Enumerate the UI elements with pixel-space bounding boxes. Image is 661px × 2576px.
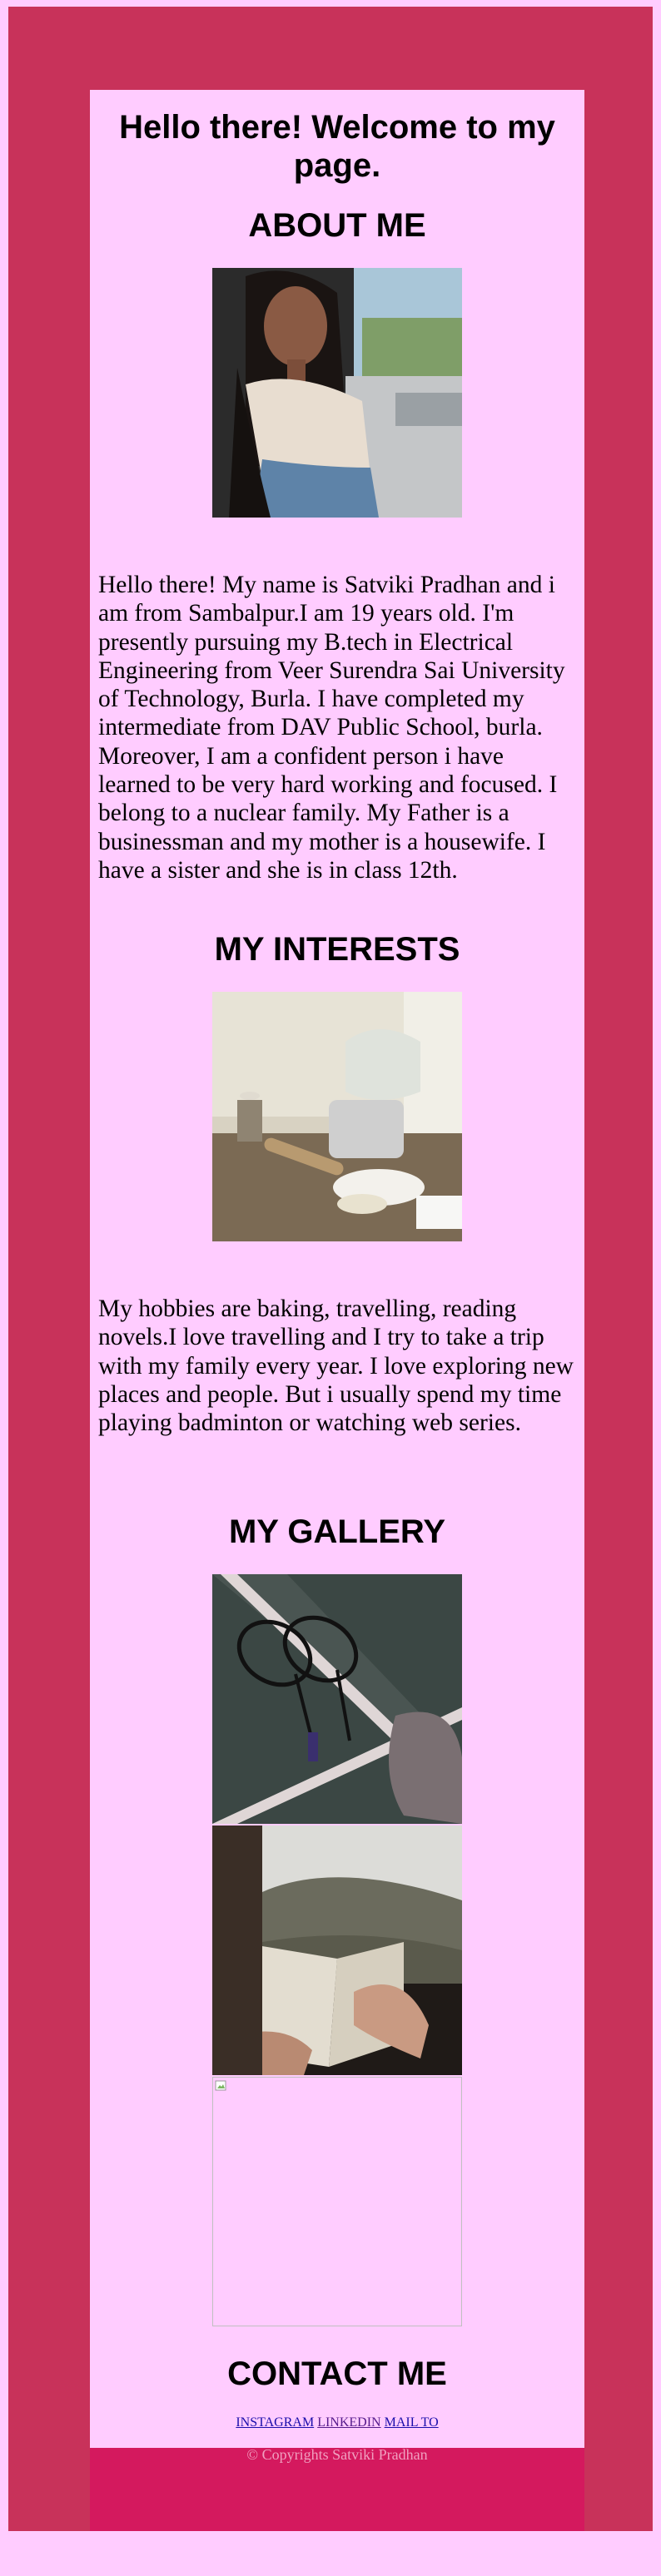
linkedin-link[interactable]: LINKEDIN <box>317 2415 380 2430</box>
baking-photo <box>212 992 462 1241</box>
gallery-badminton-photo <box>212 1574 462 1824</box>
mail-link[interactable]: MAIL TO <box>385 2415 439 2430</box>
copyright-text: © Copyrights Satviki Pradhan <box>246 2446 428 2463</box>
about-text: Hello there! My name is Satviki Pradhan … <box>98 572 565 884</box>
footer: © Copyrights Satviki Pradhan <box>90 2446 584 2531</box>
gallery-heading: MY GALLERY <box>228 1513 446 1550</box>
gallery-broken-image <box>212 2077 462 2326</box>
about-heading: ABOUT ME <box>248 207 426 244</box>
gallery-reading-photo <box>212 1825 462 2075</box>
interests-text: My hobbies are baking, travelling, readi… <box>98 1295 574 1437</box>
profile-photo <box>212 268 462 518</box>
contact-links: INSTAGRAM LINKEDIN MAIL TO <box>98 2415 576 2431</box>
instagram-link[interactable]: INSTAGRAM <box>236 2415 314 2430</box>
interests-heading: MY INTERESTS <box>214 931 460 968</box>
page-title: Hello there! Welcome to my page. <box>119 109 555 184</box>
broken-image-icon <box>215 2080 226 2091</box>
contact-heading: CONTACT ME <box>227 2356 447 2392</box>
